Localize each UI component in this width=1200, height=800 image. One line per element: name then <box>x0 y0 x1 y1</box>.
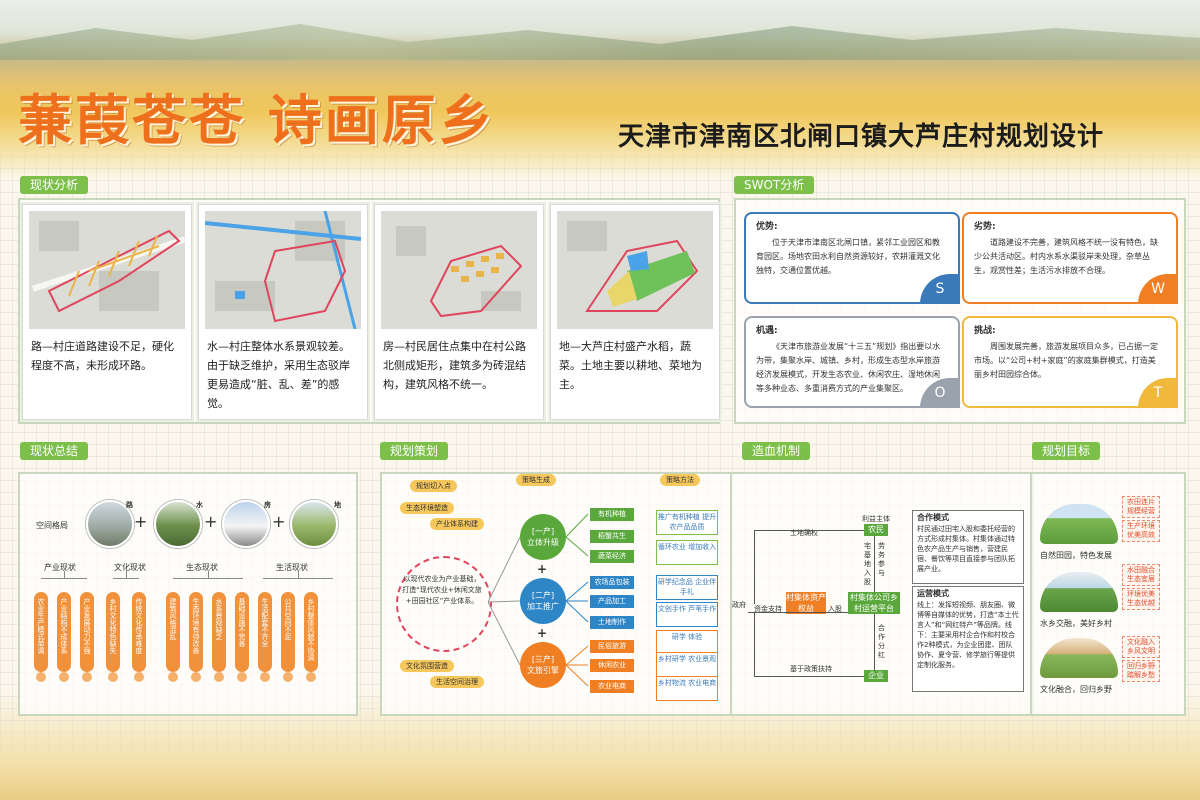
coop-box: 合作模式 村民通过田宅入股和委托经营的方式形成村集体。村集体通过特色农产品生产与… <box>912 510 1024 584</box>
tag-leisure: 休闲农业 <box>590 659 634 672</box>
section-strategy-title: 规划策划 <box>380 442 449 460</box>
page-title: 蒹葭苍苍 诗画原乡 <box>18 89 496 152</box>
summary-pill-5: 传统文化传承难度 <box>132 592 146 682</box>
circle-house-photo <box>222 500 270 548</box>
status-card-water: 水—村庄整体水系景观较差。由于缺乏维护，采用生态驳岸更易造成“脏、乱、差”的感觉… <box>198 204 368 420</box>
tag-ecommerce: 农业电商 <box>590 680 634 693</box>
status-card-house: 房—村民居住点集中在村公路北侧成矩形，建筑多为砖混结构，建筑风格不统一。 <box>374 204 544 420</box>
status-card-land: 地—大芦庄村盛产水稻，蔬菜。土地主要以耕地、菜地为主。 <box>550 204 720 420</box>
villager-box: 农民 <box>864 524 888 536</box>
swot-opportunity: 机遇: 《天津市旅游业发展“十三五”规划》指出要以水为带，集聚水岸、城镇、乡村，… <box>744 316 960 408</box>
tag-organic: 有机种植 <box>590 508 634 521</box>
tag-folk: 民俗旅游 <box>590 640 634 653</box>
summary-pill-2: 产业结构不成体系 <box>57 592 71 682</box>
platform-box: 村集体公司乡村运营平台 <box>848 592 900 614</box>
tag-vegetable: 蔬菜经济 <box>590 550 634 563</box>
strategy-core-text: 以现代农业为产业基础，打造“现代农业+休闲文旅+田园社区”产业体系。 <box>402 575 482 605</box>
status-road-text: 路—村庄道路建设不足，硬化程度不高，未形成环路。 <box>31 340 174 372</box>
water-map <box>205 211 361 329</box>
enterprise-box: 企业 <box>864 670 888 682</box>
layout-label: 空间格局 <box>36 521 68 530</box>
circle-water-photo <box>154 500 202 548</box>
section-status-title: 现状分析 <box>20 176 89 194</box>
section-summary-title: 现状总结 <box>20 442 89 460</box>
page-subtitle: 天津市津南区北闸口镇大芦庄村规划设计 <box>618 122 1105 152</box>
section-swot-title: SWOT分析 <box>734 176 815 194</box>
swot-threat: 挑战: 周围发展完善，旅游发展项目众多，已占据一定市场。以“公司+村+家庭”的家… <box>962 316 1178 408</box>
summary-pill-6: 建筑风格混乱 <box>166 592 180 682</box>
summary-pill-10: 生活配套不齐全 <box>258 592 272 682</box>
road-overlay <box>47 229 181 313</box>
section-mechanism-title: 造血机制 <box>742 442 811 460</box>
ops-box: 运营模式 线上：发挥短视频、朋友圈、微博等自媒体的优势，打造“本土代言人”和“网… <box>912 586 1024 692</box>
land-map <box>557 211 713 329</box>
summary-pill-3: 产业发展动力不强 <box>80 592 94 682</box>
circle-land-photo <box>290 500 338 548</box>
rights-box: 村集体资产权益 <box>786 592 826 614</box>
summary-pill-7: 生态环境有待改善 <box>189 592 203 682</box>
status-land-text: 地—大芦庄村盛产水稻，蔬菜。土地主要以耕地、菜地为主。 <box>559 340 702 391</box>
tag-packaging: 农场品包装 <box>590 576 634 589</box>
summary-pill-12: 乡村整体风貌不协调 <box>304 592 318 682</box>
summary-pill-8: 水系景观缺乏 <box>212 592 226 682</box>
status-water-text: 水—村庄整体水系景观较差。由于缺乏维护，采用生态驳岸更易造成“脏、乱、差”的感觉… <box>207 340 350 410</box>
summary-pill-11: 公共空间不足 <box>281 592 295 682</box>
status-card-road: 路—村庄道路建设不足，硬化程度不高，未形成环路。 <box>22 204 192 420</box>
summary-pill-4: 乡村文化特色缺失 <box>106 592 120 682</box>
summary-pill-1: 农业生产模式单调 <box>34 592 48 682</box>
tag-processing: 产品加工 <box>590 595 634 608</box>
swot-strength: 优势: 位于天津市津南区北闸口镇，紧邻工业园区和教育园区。场地农田水利自然资源较… <box>744 212 960 304</box>
tag-handmade: 土地制作 <box>590 616 634 629</box>
road-map <box>29 211 185 329</box>
tag-rice-crab: 稻蟹共生 <box>590 530 634 543</box>
section-goal-title: 规划目标 <box>1032 442 1101 460</box>
swot-weakness: 劣势: 道路建设不完善，建筑风格不统一没有特色，缺少公共活动区。村内水系水渠驳岸… <box>962 212 1178 304</box>
status-house-text: 房—村民居住点集中在村公路北侧成矩形，建筑多为砖混结构，建筑风格不统一。 <box>383 340 526 391</box>
house-map <box>381 211 537 329</box>
summary-pill-9: 基础设施不完善 <box>235 592 249 682</box>
